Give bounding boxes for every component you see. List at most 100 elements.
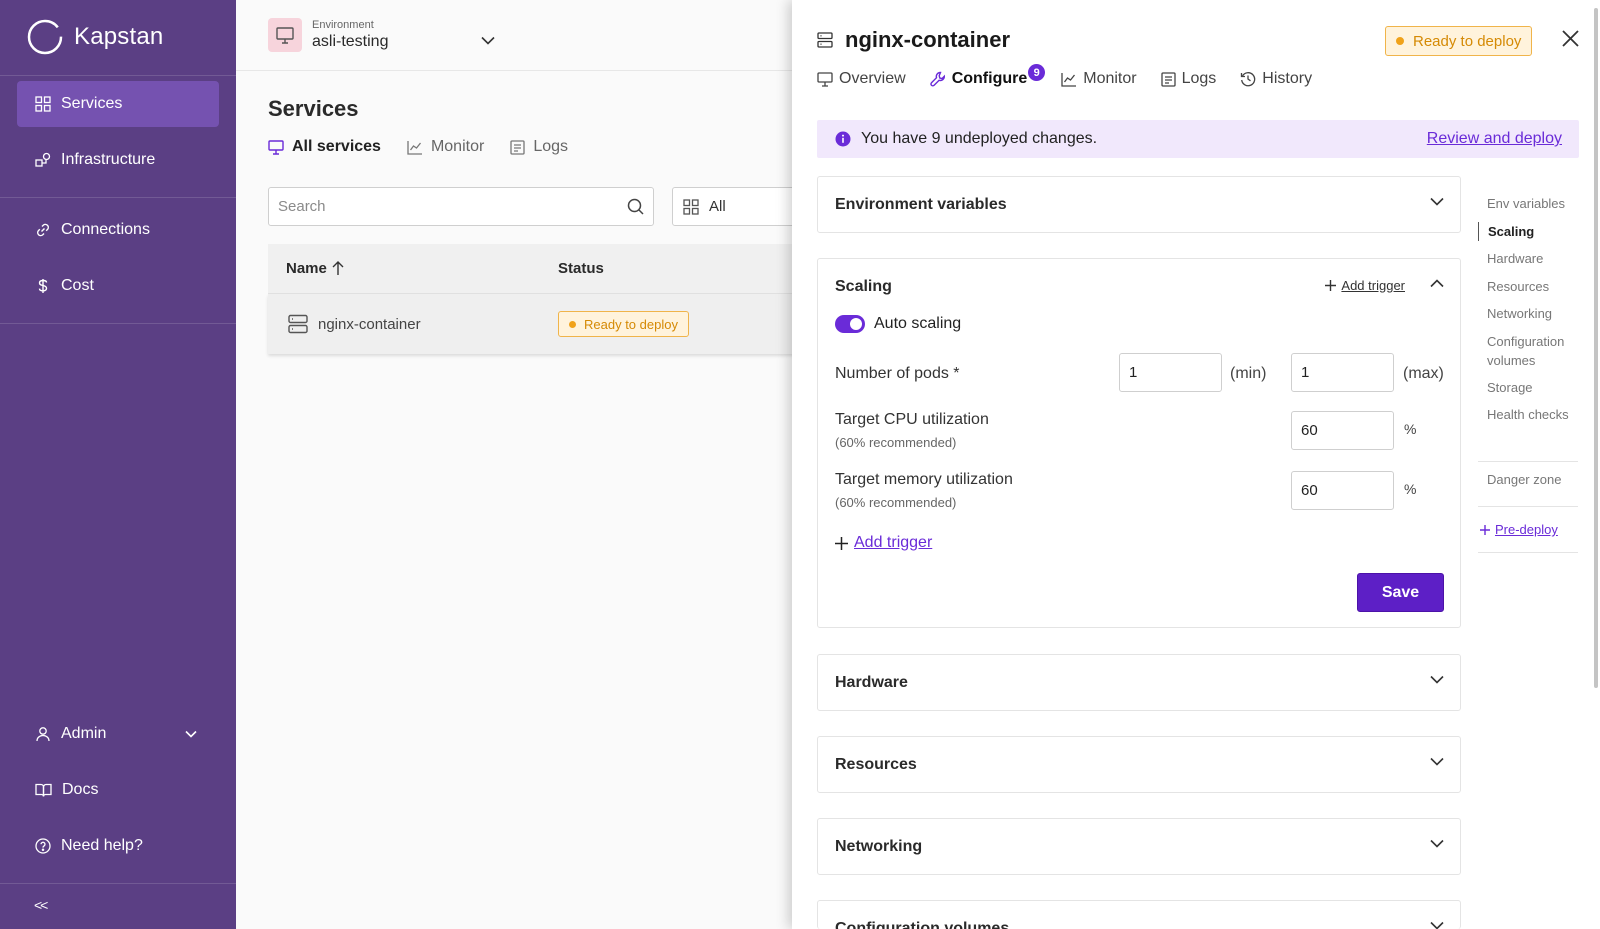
undeployed-banner: You have 9 undeployed changes. Review an… — [817, 120, 1579, 158]
sidebar-item-docs[interactable]: Docs — [17, 767, 219, 813]
service-name: nginx-container — [318, 315, 421, 333]
pre-deploy-label: Pre-deploy — [1495, 522, 1558, 537]
sidebar: Kapstan Services Infrastructure Connecti… — [0, 0, 236, 929]
toc-item-configuration-volumes[interactable]: Configuration volumes — [1478, 332, 1578, 370]
cpu-label: Target CPU utilization — [835, 411, 989, 428]
pods-min-input[interactable]: 1 — [1119, 353, 1222, 392]
sort-ascending-icon — [332, 261, 344, 275]
page-title: Services — [268, 96, 359, 121]
sidebar-divider — [0, 75, 236, 76]
pre-deploy-link[interactable]: Pre-deploy — [1480, 522, 1558, 537]
server-icon — [817, 32, 833, 48]
section-header[interactable]: Configuration volumes — [818, 901, 1460, 929]
monitor-icon — [276, 26, 294, 44]
history-icon — [1241, 72, 1256, 87]
column-header-status[interactable]: Status — [558, 260, 604, 277]
grid-icon — [35, 96, 51, 112]
sidebar-item-admin[interactable]: Admin — [17, 711, 219, 757]
section-header[interactable]: Resources — [818, 737, 1460, 793]
brand-logo[interactable]: Kapstan — [26, 18, 163, 56]
save-button[interactable]: Save — [1357, 573, 1444, 612]
tab-logs[interactable]: Logs — [1160, 70, 1216, 88]
status-dot — [569, 320, 576, 328]
toc-item-storage[interactable]: Storage — [1478, 378, 1578, 397]
cpu-utilization-input[interactable]: 60 — [1291, 411, 1394, 450]
toc-divider — [1478, 552, 1578, 553]
user-icon — [36, 727, 50, 742]
wrench-icon — [930, 71, 945, 87]
tab-logs[interactable]: Logs — [510, 138, 568, 156]
toc-item-networking[interactable]: Networking — [1478, 304, 1578, 323]
sidebar-divider — [0, 323, 236, 324]
search-field — [268, 187, 654, 226]
memory-utilization-input[interactable]: 60 — [1291, 471, 1394, 510]
toc-item-scaling[interactable]: Scaling — [1478, 222, 1578, 241]
table-row[interactable]: nginx-container Ready to deploy — [268, 294, 808, 354]
search-input[interactable] — [269, 188, 653, 225]
tab-label: Overview — [839, 70, 906, 87]
tab-overview[interactable]: Overview — [817, 70, 906, 88]
server-icon — [288, 314, 308, 334]
tab-monitor[interactable]: Monitor — [407, 138, 484, 156]
chevron-down-icon — [185, 730, 197, 738]
column-header-name[interactable]: Name — [268, 260, 558, 277]
pods-max-input[interactable]: 1 — [1291, 353, 1394, 392]
tab-label: Monitor — [1083, 70, 1137, 87]
section-header[interactable]: Hardware — [818, 655, 1460, 711]
resources-section: Resources — [817, 736, 1461, 793]
tab-configure[interactable]: Configure 9 — [930, 64, 1046, 88]
toc-divider — [1478, 461, 1578, 462]
sidebar-item-help[interactable]: Need help? — [17, 823, 219, 869]
tab-monitor[interactable]: Monitor — [1061, 70, 1137, 88]
book-icon — [35, 783, 52, 797]
section-title: Scaling — [835, 278, 892, 295]
add-trigger-link[interactable]: Add trigger — [1325, 278, 1405, 293]
infrastructure-icon — [35, 152, 51, 167]
chevron-down-icon — [1430, 921, 1444, 929]
section-title: Networking — [835, 838, 923, 855]
section-header[interactable]: Environment variables — [818, 177, 1460, 233]
add-trigger-link[interactable]: Add trigger — [835, 534, 932, 552]
plus-icon — [835, 536, 848, 550]
environment-icon — [268, 18, 302, 52]
sidebar-item-connections[interactable]: Connections — [17, 207, 219, 253]
toc-item-hardware[interactable]: Hardware — [1478, 249, 1578, 268]
sidebar-item-infrastructure[interactable]: Infrastructure — [17, 137, 219, 183]
auto-scaling-toggle[interactable] — [835, 315, 865, 333]
sidebar-item-label: Connections — [61, 221, 150, 238]
toc-item-resources[interactable]: Resources — [1478, 277, 1578, 296]
close-icon[interactable] — [1562, 30, 1579, 47]
section-title: Hardware — [835, 674, 908, 691]
toc-divider — [1478, 506, 1578, 507]
tab-history[interactable]: History — [1240, 70, 1312, 88]
collapse-sidebar-button[interactable]: << — [34, 897, 48, 913]
environment-value: asli-testing — [312, 33, 389, 50]
panel-scrollbar[interactable] — [1594, 8, 1598, 688]
tab-label: History — [1262, 70, 1313, 87]
search-icon — [627, 198, 644, 215]
filter-label: All — [709, 198, 726, 215]
section-header[interactable]: Scaling Add trigger — [818, 259, 1460, 315]
tab-all-services[interactable]: All services — [268, 138, 381, 156]
tab-label: All services — [292, 138, 381, 155]
status-text: Ready to deploy — [584, 316, 678, 332]
memory-label: Target memory utilization — [835, 471, 1013, 488]
status-badge: Ready to deploy — [1385, 26, 1533, 56]
review-and-deploy-link[interactable]: Review and deploy — [1427, 130, 1562, 148]
sidebar-item-services[interactable]: Services — [17, 81, 219, 127]
logs-icon — [1160, 71, 1176, 87]
section-header[interactable]: Networking — [818, 819, 1460, 875]
toc-item-env-variables[interactable]: Env variables — [1478, 194, 1578, 213]
filter-select[interactable]: All — [672, 187, 812, 226]
tab-label: Monitor — [430, 138, 485, 155]
environment-selector[interactable]: Environment asli-testing — [268, 18, 495, 52]
brand-name: Kapstan — [74, 23, 164, 50]
tab-label: Logs — [533, 138, 569, 155]
toc-item-danger-zone[interactable]: Danger zone — [1478, 470, 1578, 489]
cpu-percent-unit: % — [1404, 421, 1417, 437]
toc-item-health-checks[interactable]: Health checks — [1478, 405, 1578, 424]
header-divider — [236, 70, 792, 71]
sidebar-divider — [0, 197, 236, 198]
sidebar-item-cost[interactable]: Cost — [17, 263, 219, 309]
table-header: Name Status — [268, 244, 808, 294]
